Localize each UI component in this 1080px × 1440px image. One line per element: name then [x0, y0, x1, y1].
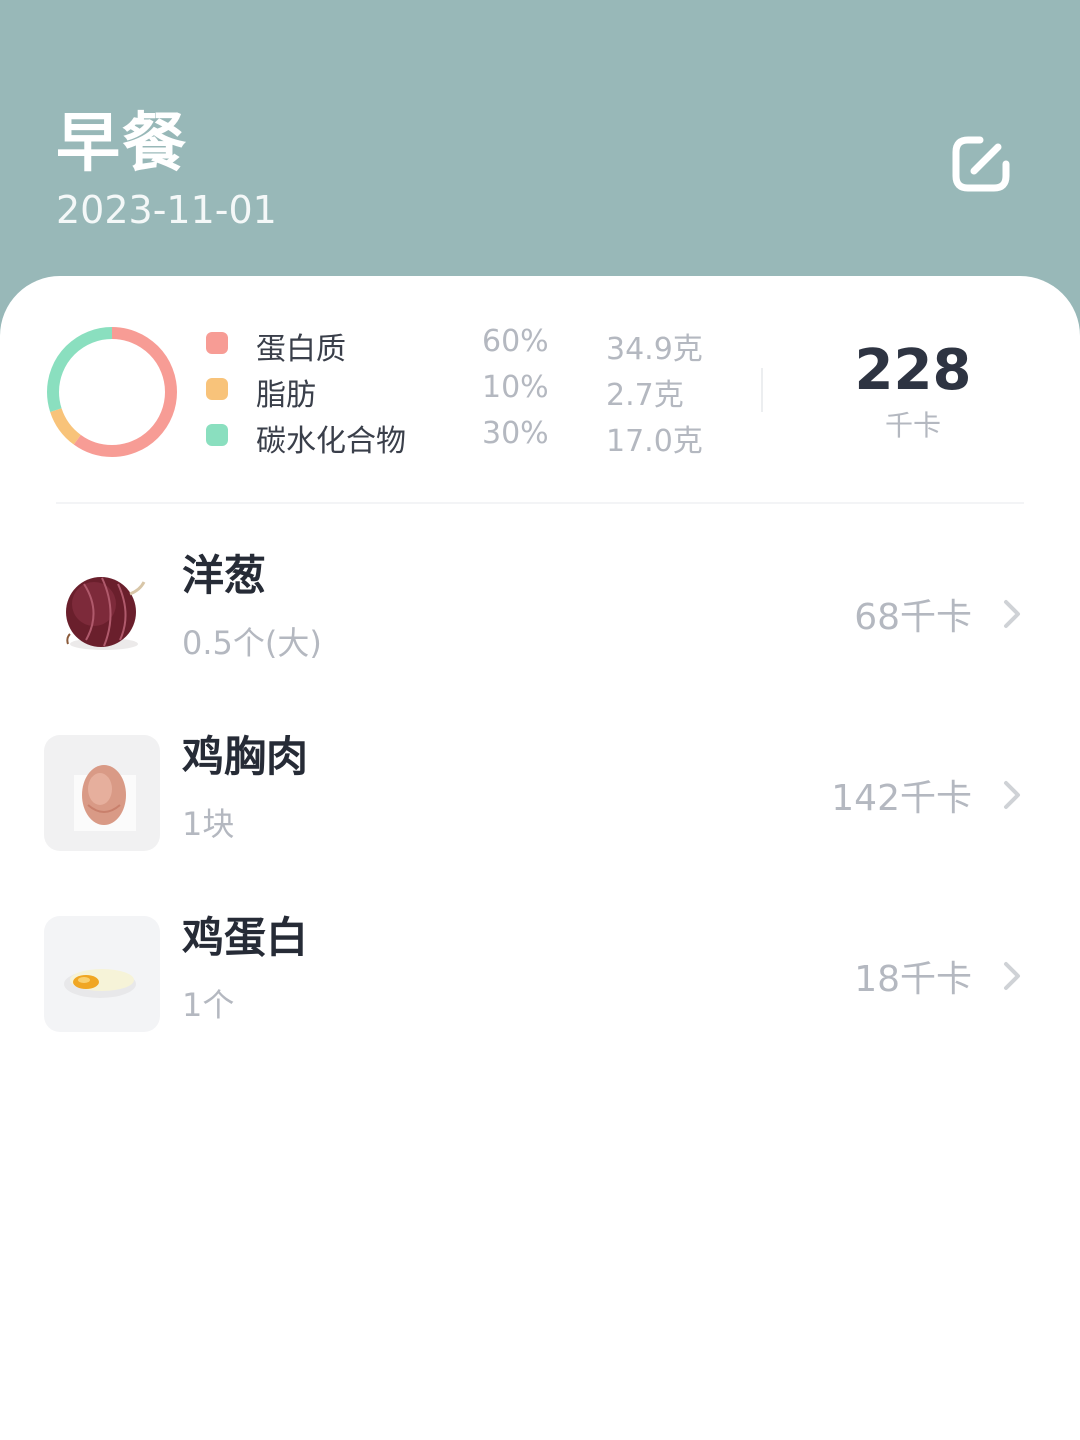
food-calories: 68千卡: [854, 597, 972, 638]
chevron-right-icon: [1004, 962, 1020, 990]
macro-grams: 34.9克: [606, 332, 703, 367]
macro-row-carbs: 碳水化合物 30% 17.0克: [0, 412, 760, 459]
food-item-egg-white[interactable]: 鸡蛋白 1个 18千卡: [0, 900, 1080, 1050]
chevron-right-icon: [1004, 781, 1020, 809]
carbs-color-dot: [206, 424, 228, 446]
macro-percent: 10%: [482, 370, 549, 405]
total-calories: 228: [854, 338, 972, 403]
macro-percent: 60%: [482, 324, 549, 359]
egg-white-photo: [44, 916, 160, 1032]
food-quantity: 0.5个(大): [182, 624, 322, 662]
edit-button[interactable]: [946, 128, 1016, 198]
food-name: 洋葱: [182, 551, 267, 600]
header: 早餐 2023-11-01: [0, 0, 1080, 300]
chicken-breast-photo: [44, 735, 160, 851]
macro-name: 蛋白质: [256, 332, 346, 367]
meal-date: 2023-11-01: [56, 188, 277, 232]
macro-name: 碳水化合物: [256, 424, 406, 459]
macro-row-protein: 蛋白质 60% 34.9克: [0, 320, 760, 367]
chevron-right-icon: [1004, 600, 1020, 628]
fat-color-dot: [206, 378, 228, 400]
protein-color-dot: [206, 332, 228, 354]
food-item-chicken-breast[interactable]: 鸡胸肉 1块 142千卡: [0, 719, 1080, 869]
food-quantity: 1个: [182, 986, 235, 1024]
food-calories: 18千卡: [854, 959, 972, 1000]
meal-title: 早餐: [56, 107, 188, 181]
total-calories-unit: 千卡: [884, 409, 941, 442]
macro-name: 脂肪: [256, 378, 316, 413]
food-calories: 142千卡: [831, 778, 972, 819]
edit-icon: [952, 136, 1010, 192]
meal-detail-page: 早餐 2023-11-01 蛋白质 60% 34.9克 脂肪 10% 2.7克: [0, 0, 1080, 1440]
summary-divider: [761, 368, 763, 412]
macro-percent: 30%: [482, 416, 549, 451]
food-item-onion[interactable]: 洋葱 0.5个(大) 68千卡: [0, 538, 1080, 688]
macro-grams: 2.7克: [606, 378, 684, 413]
food-name: 鸡胸肉: [182, 732, 309, 781]
onion-photo: [44, 554, 160, 670]
macro-grams: 17.0克: [606, 424, 703, 459]
food-quantity: 1块: [182, 805, 235, 843]
food-name: 鸡蛋白: [182, 913, 309, 962]
macro-row-fat: 脂肪 10% 2.7克: [0, 366, 760, 413]
section-divider: [56, 502, 1024, 504]
meal-summary-card: 蛋白质 60% 34.9克 脂肪 10% 2.7克 碳水化合物 30% 17.0…: [0, 276, 1080, 1440]
